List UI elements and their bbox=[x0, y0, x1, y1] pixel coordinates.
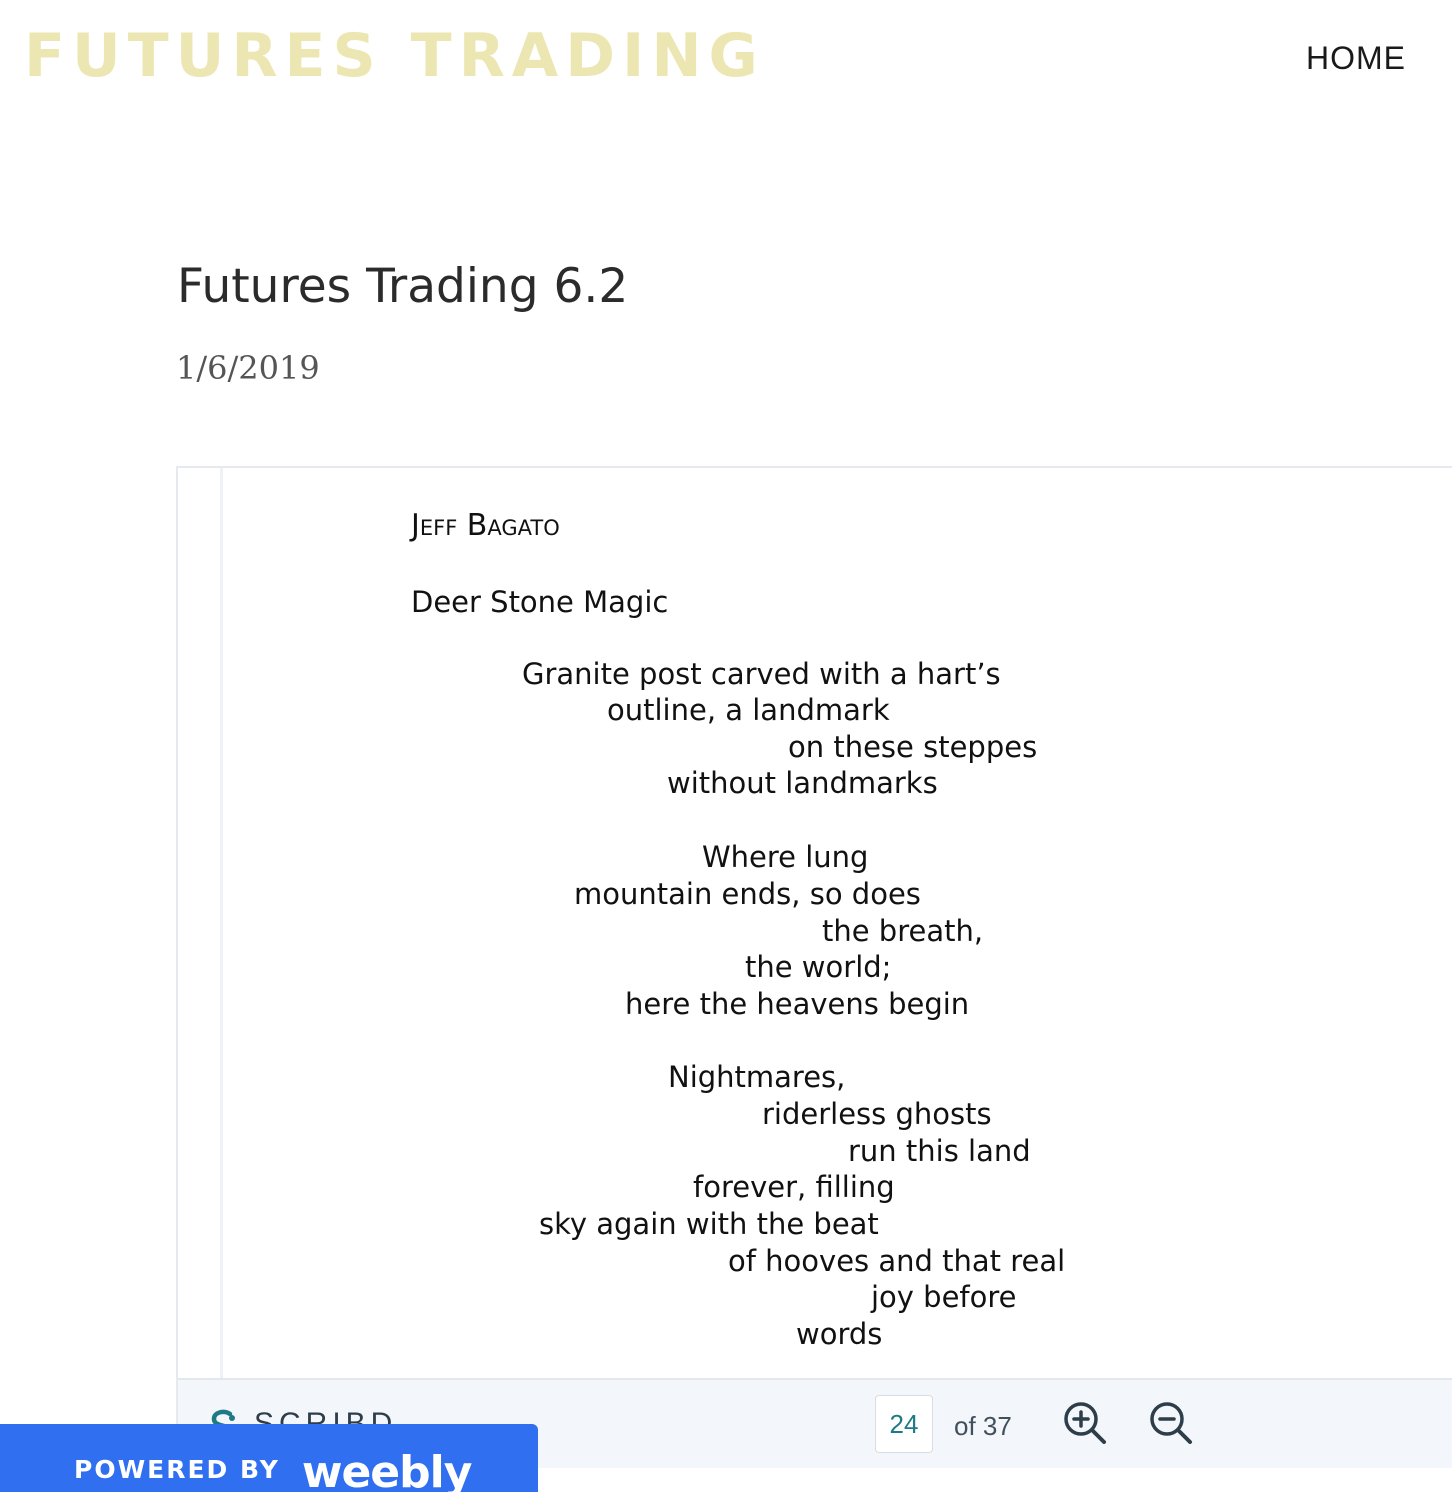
nav-home-link[interactable]: HOME bbox=[1306, 38, 1406, 78]
poem-line: mountain ends, so does bbox=[574, 877, 921, 911]
poem-line: Granite post carved with a hart’s bbox=[522, 657, 1001, 691]
poem-line: Nightmares, bbox=[668, 1060, 846, 1094]
site-title[interactable]: FUTURES TRADING bbox=[24, 20, 765, 92]
poem-line: on these steppes bbox=[788, 730, 1038, 764]
poem-line: joy before bbox=[871, 1280, 1017, 1314]
poem-line: without landmarks bbox=[667, 766, 938, 800]
poem-line: riderless ghosts bbox=[762, 1097, 992, 1131]
poem-line: sky again with the beat bbox=[539, 1207, 879, 1241]
poem-line: Where lung bbox=[702, 840, 869, 874]
post-title: Futures Trading 6.2 bbox=[177, 259, 629, 314]
page-total-label: of 37 bbox=[954, 1411, 1012, 1441]
poem-line: outline, a landmark bbox=[607, 693, 890, 727]
zoom-in-icon[interactable] bbox=[1062, 1400, 1108, 1446]
document-page[interactable]: Jeff Bagato Deer Stone Magic Granite pos… bbox=[223, 468, 1452, 1378]
poem-line: words bbox=[796, 1317, 883, 1351]
poem-line: the breath, bbox=[822, 914, 984, 948]
powered-by-label: POWERED BY bbox=[74, 1455, 280, 1484]
poem-line: forever, filling bbox=[693, 1170, 895, 1204]
poem-line: run this land bbox=[848, 1134, 1031, 1168]
poem-line: the world; bbox=[745, 950, 892, 984]
powered-by-weebly-badge[interactable]: POWERED BY weebly bbox=[0, 1424, 538, 1498]
document-viewer: Jeff Bagato Deer Stone Magic Granite pos… bbox=[176, 466, 1452, 1468]
weebly-logo: weebly bbox=[301, 1447, 473, 1498]
poem-title: Deer Stone Magic bbox=[411, 585, 669, 619]
post-date: 1/6/2019 bbox=[176, 349, 320, 387]
zoom-out-icon[interactable] bbox=[1148, 1400, 1194, 1446]
poem-line: here the heavens begin bbox=[625, 987, 970, 1021]
document-author: Jeff Bagato bbox=[411, 508, 560, 543]
viewer-left-gutter bbox=[178, 468, 223, 1378]
page-number-input[interactable] bbox=[875, 1395, 933, 1453]
poem-line: of hooves and that real bbox=[728, 1244, 1066, 1278]
